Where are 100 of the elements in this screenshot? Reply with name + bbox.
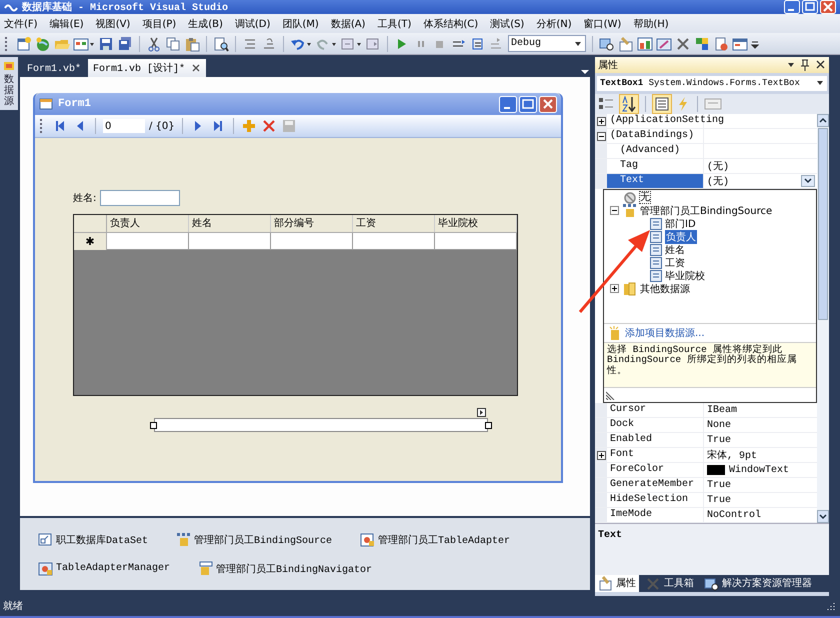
component-item[interactable]: 管理部门员工BindingNavigator	[198, 561, 372, 576]
tree-item[interactable]: 部门ID	[604, 217, 816, 230]
menu-item[interactable]: 编辑(E)	[50, 16, 84, 30]
property-row[interactable]: Font 宋体, 9pt	[595, 448, 817, 463]
document-tab[interactable]: Form1.vb*	[22, 61, 86, 77]
column-header[interactable]: 工资	[353, 215, 435, 232]
copy-icon[interactable]	[165, 36, 181, 52]
table-cell[interactable]	[353, 233, 435, 250]
menu-item[interactable]: 数据(A)	[330, 16, 366, 30]
expand-icon[interactable]	[596, 116, 606, 126]
table-cell[interactable]	[107, 233, 189, 250]
paste-icon[interactable]	[184, 36, 200, 52]
table-cell[interactable]	[189, 233, 271, 250]
column-header[interactable]: 毕业院校	[435, 215, 517, 232]
clear-icon[interactable]	[713, 36, 729, 52]
panel-tab[interactable]: 工具箱	[643, 574, 697, 592]
delete-icon[interactable]	[260, 118, 277, 134]
output-window-icon[interactable]	[732, 36, 748, 52]
component-item[interactable]: 职工数据库DataSet	[38, 532, 148, 547]
menu-item[interactable]: 测试(S)	[490, 16, 524, 30]
table-cell[interactable]	[271, 233, 353, 250]
tab-list-caret-icon[interactable]	[580, 67, 590, 77]
tree-item[interactable]: 负责人	[604, 230, 816, 243]
collapse-icon[interactable]	[596, 132, 606, 140]
find-in-files-icon[interactable]	[213, 36, 229, 52]
side-tab[interactable]: 数据源	[0, 57, 18, 110]
cut-icon[interactable]	[146, 36, 162, 52]
property-row[interactable]: (ApplicationSetting	[595, 114, 817, 129]
scroll-up-icon[interactable]	[817, 114, 829, 127]
minimize-icon[interactable]	[784, 0, 800, 14]
tree-item[interactable]: 管理部门员工BindingSource	[604, 204, 816, 217]
object-selector[interactable]: TextBox1 System.Windows.Forms.TextBox	[597, 76, 827, 91]
properties-button[interactable]	[652, 94, 672, 114]
maximize-icon[interactable]	[802, 0, 818, 14]
navigate-back-icon[interactable]	[340, 36, 362, 52]
configuration-dropdown[interactable]: Debug	[508, 35, 586, 52]
panel-tab[interactable]: 解决方案资源管理器	[701, 574, 815, 592]
component-item[interactable]: TableAdapterManager	[38, 561, 170, 576]
tree-item[interactable]: 姓名	[604, 243, 816, 256]
position-field[interactable]: 0	[103, 119, 145, 133]
save-icon[interactable]	[98, 36, 114, 52]
smart-tag-icon[interactable]	[477, 408, 486, 417]
new-project-icon[interactable]	[16, 36, 32, 52]
expand-icon[interactable]	[610, 284, 619, 293]
property-row[interactable]: (DataBindings)	[595, 129, 817, 144]
close-icon[interactable]	[191, 63, 202, 73]
menu-item[interactable]: 窗口(W)	[584, 16, 622, 30]
uncomment-lines-icon[interactable]	[261, 36, 277, 52]
menu-item[interactable]: 调试(D)	[234, 16, 270, 30]
navigate-forward-icon[interactable]	[365, 36, 381, 52]
form-window[interactable]: Form1 0 / {0} 姓名: 负责人 姓名 部分编号 工资 毕业院校 ✱	[33, 93, 563, 483]
menu-item[interactable]: 工具(T)	[377, 16, 412, 30]
component-item[interactable]: 管理部门员工TableAdapter	[360, 532, 510, 547]
menu-item[interactable]: 文件(F)	[4, 16, 38, 30]
document-tab[interactable]: Form1.vb [设计]*	[88, 59, 206, 77]
menu-item[interactable]: 项目(P)	[142, 16, 176, 30]
pin-icon[interactable]	[799, 58, 811, 71]
globe-icon[interactable]	[35, 36, 51, 52]
data-source-icon[interactable]	[3, 60, 15, 72]
maximize-icon[interactable]	[519, 96, 537, 112]
resize-handle[interactable]	[150, 422, 157, 429]
close-icon[interactable]	[815, 59, 826, 70]
data-grid[interactable]: 负责人 姓名 部分编号 工资 毕业院校 ✱	[73, 214, 518, 396]
column-header[interactable]: 部分编号	[271, 215, 353, 232]
properties-window-icon[interactable]	[618, 36, 634, 52]
minimize-icon[interactable]	[499, 96, 517, 112]
table-cell[interactable]	[435, 233, 517, 250]
window-layout-icon[interactable]	[73, 36, 95, 52]
menu-item[interactable]: 体系结构(C)	[423, 16, 478, 30]
column-header[interactable]: 姓名	[189, 215, 271, 232]
resize-grip-icon[interactable]	[606, 390, 616, 400]
dropdown-button-icon[interactable]	[801, 175, 815, 187]
tree-item[interactable]: 工资	[604, 256, 816, 269]
save-all-icon[interactable]	[117, 36, 133, 52]
tree-item[interactable]: 毕业院校	[604, 269, 816, 282]
name-text-field[interactable]	[100, 190, 180, 206]
column-header[interactable]: 负责人	[107, 215, 189, 232]
collapse-icon[interactable]	[610, 206, 619, 215]
vertical-scrollbar[interactable]	[817, 114, 829, 523]
property-row[interactable]: (Advanced)	[595, 144, 817, 159]
panel-tab[interactable]: 属性	[595, 574, 639, 592]
menu-item[interactable]: 生成(B)	[188, 16, 223, 30]
categorized-icon[interactable]	[598, 96, 616, 112]
menu-item[interactable]: 视图(V)	[96, 16, 130, 30]
menu-item[interactable]: 分析(N)	[536, 16, 572, 30]
tree-item[interactable]: 其他数据源	[604, 282, 816, 295]
property-row[interactable]: GenerateMember True	[595, 478, 817, 493]
component-item[interactable]: 管理部门员工BindingSource	[176, 532, 332, 547]
selected-text-field[interactable]	[154, 418, 488, 432]
menu-item[interactable]: 帮助(H)	[633, 16, 669, 30]
object-browser-icon[interactable]	[637, 36, 653, 52]
property-row[interactable]: Cursor IBeam	[595, 403, 817, 418]
solution-explorer-icon[interactable]	[599, 36, 615, 52]
class-view-icon[interactable]	[694, 36, 710, 52]
tree-item[interactable]: 无	[604, 191, 816, 204]
toolbox-window-icon[interactable]	[656, 36, 672, 52]
property-row[interactable]: HideSelection True	[595, 493, 817, 508]
menu-item[interactable]: 团队(M)	[282, 16, 319, 30]
resize-handle[interactable]	[485, 422, 492, 429]
tools-icon[interactable]	[675, 36, 691, 52]
